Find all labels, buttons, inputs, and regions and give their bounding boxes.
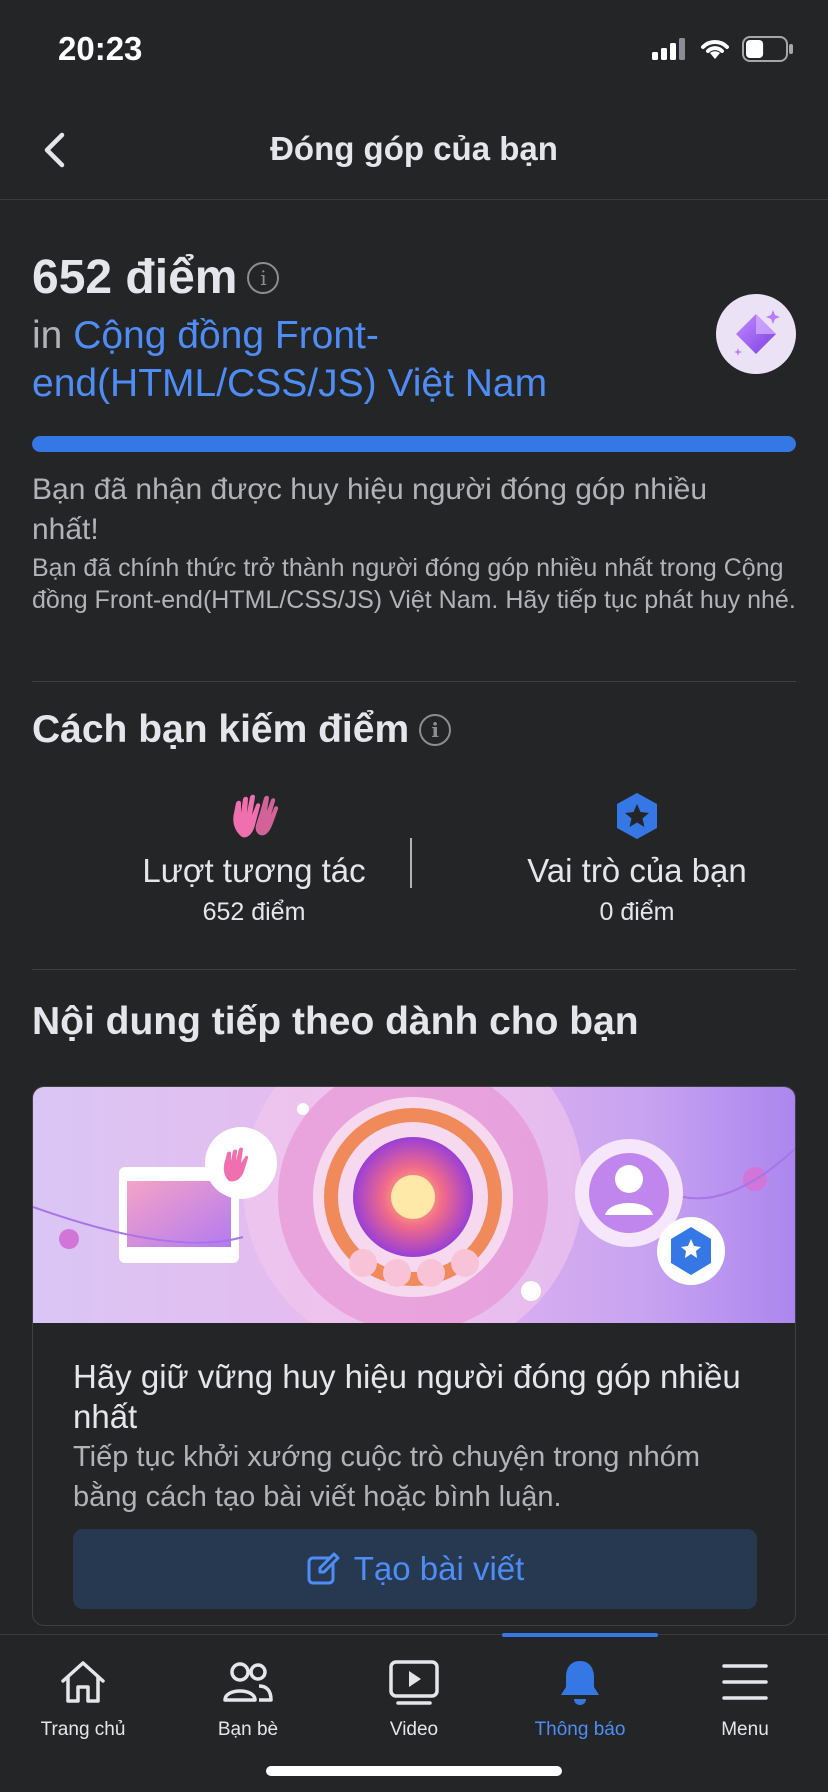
status-time: 20:23	[58, 30, 143, 67]
status-bar: 20:23	[0, 0, 828, 100]
in-prefix: in	[32, 314, 63, 357]
tab-video[interactable]: Video	[331, 1635, 497, 1765]
stat-value: 0 điểm	[599, 898, 675, 926]
bottom-tab-bar: Trang chủ Bạn bè Video Thông báo Menu	[0, 1633, 828, 1792]
tab-notifications[interactable]: Thông báo	[497, 1635, 663, 1765]
tab-label: Trang chủ	[40, 1719, 126, 1740]
next-content-card[interactable]: Hãy giữ vững huy hiệu người đóng góp nhi…	[32, 1086, 796, 1626]
divider	[32, 969, 796, 970]
tab-menu[interactable]: Menu	[662, 1635, 828, 1765]
bell-icon	[557, 1655, 603, 1709]
page-title: Đóng góp của bạn	[270, 130, 558, 167]
earn-title: Cách bạn kiếm điểm	[32, 708, 410, 751]
group-line: in Cộng đồng Front-end(HTML/CSS/JS) Việt…	[32, 312, 672, 408]
tab-label: Video	[389, 1719, 439, 1740]
create-post-label: Tạo bài viết	[353, 1550, 525, 1587]
next-section-title: Nội dung tiếp theo dành cho bạn	[32, 1000, 639, 1043]
signal-icon	[652, 38, 685, 60]
card-hero-illustration	[33, 1087, 795, 1323]
stat-label: Vai trò của bạn	[527, 852, 747, 889]
tab-label: Menu	[721, 1719, 769, 1740]
menu-icon	[721, 1655, 769, 1709]
group-link[interactable]: Cộng đồng Front-end(HTML/CSS/JS) Việt Na…	[32, 314, 547, 405]
create-post-button[interactable]: Tạo bài viết	[73, 1529, 757, 1609]
status-icons	[652, 36, 794, 62]
tab-label: Thông báo	[534, 1719, 626, 1740]
badge-message-body: Bạn đã chính thức trở thành người đóng g…	[32, 554, 796, 614]
info-icon[interactable]: i	[247, 261, 280, 294]
top-contributor-badge[interactable]	[716, 294, 796, 374]
tab-label: Bạn bè	[217, 1719, 279, 1740]
stat-value: 652 điểm	[202, 898, 306, 926]
card-description: Tiếp tục khởi xướng cuộc trò chuyện tron…	[73, 1441, 701, 1513]
home-indicator	[266, 1766, 562, 1776]
points-total: 652 điểm	[32, 251, 238, 304]
stat-separator	[410, 838, 412, 888]
home-icon	[58, 1655, 108, 1709]
role-star-icon	[487, 790, 787, 842]
diamond-badge-icon	[734, 310, 780, 356]
wifi-icon	[701, 40, 729, 59]
high-five-icon	[104, 790, 404, 842]
battery-icon	[742, 36, 793, 62]
nav-bar: Đóng góp của bạn	[0, 100, 828, 200]
video-icon	[388, 1655, 440, 1709]
points-row: 652 điểm i	[32, 250, 280, 305]
info-icon[interactable]: i	[419, 714, 452, 746]
tab-home[interactable]: Trang chủ	[0, 1635, 166, 1765]
stat-interactions[interactable]: Lượt tương tác 652 điểm	[104, 790, 404, 927]
stat-role[interactable]: Vai trò của bạn 0 điểm	[487, 790, 787, 927]
earn-section-title: Cách bạn kiếm điểm i	[32, 708, 452, 752]
badge-message-title: Bạn đã nhận được huy hiệu người đóng góp…	[32, 473, 708, 546]
card-title: Hãy giữ vững huy hiệu người đóng góp nhi…	[73, 1358, 741, 1435]
edit-icon	[307, 1552, 340, 1585]
tab-friends[interactable]: Bạn bè	[165, 1635, 331, 1765]
progress-fill	[32, 436, 796, 452]
divider	[32, 681, 796, 682]
progress-bar	[32, 436, 796, 452]
friends-icon	[222, 1655, 274, 1709]
stat-label: Lượt tương tác	[142, 852, 366, 889]
